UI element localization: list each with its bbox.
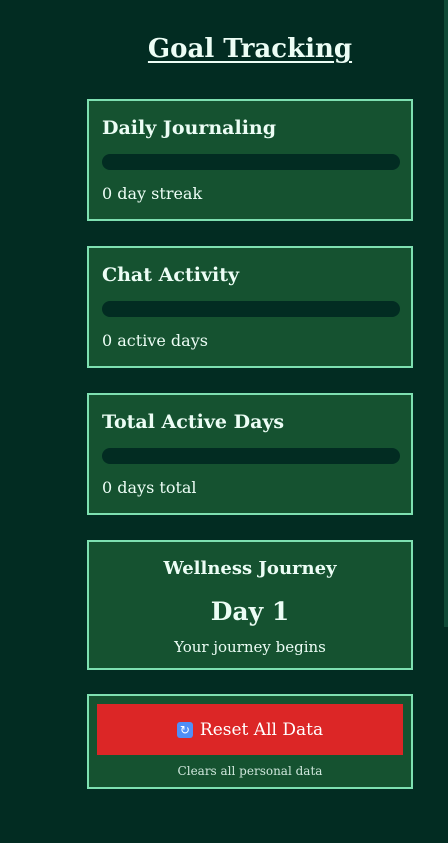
goal-caption: 0 day streak	[102, 184, 203, 203]
reset-all-data-button[interactable]: ↻ Reset All Data	[97, 704, 403, 755]
goal-card-total-active-days: Total Active Days 0 days total	[87, 393, 413, 515]
goal-caption: 0 days total	[102, 478, 197, 497]
goal-title: Chat Activity	[102, 264, 240, 286]
goal-card-daily-journaling: Daily Journaling 0 day streak	[87, 99, 413, 221]
goal-title: Total Active Days	[102, 411, 285, 433]
progress-track	[102, 301, 400, 317]
reset-button-label: Reset All Data	[199, 719, 324, 740]
reset-card: ↻ Reset All Data Clears all personal dat…	[87, 694, 413, 789]
reset-note: Clears all personal data	[177, 764, 323, 778]
wellness-journey-card: Wellness Journey Day 1 Your journey begi…	[87, 540, 413, 670]
journey-subtitle: Your journey begins	[174, 638, 326, 656]
goal-card-chat-activity: Chat Activity 0 active days	[87, 246, 413, 368]
goal-title: Daily Journaling	[102, 117, 277, 139]
journey-title: Wellness Journey	[163, 558, 337, 579]
page-title: Goal Tracking	[147, 34, 353, 64]
scrollbar-edge	[444, 0, 448, 627]
progress-track	[102, 154, 400, 170]
goal-caption: 0 active days	[102, 331, 208, 350]
journey-day: Day 1	[210, 597, 290, 626]
refresh-icon: ↻	[176, 721, 193, 738]
progress-track	[102, 448, 400, 464]
